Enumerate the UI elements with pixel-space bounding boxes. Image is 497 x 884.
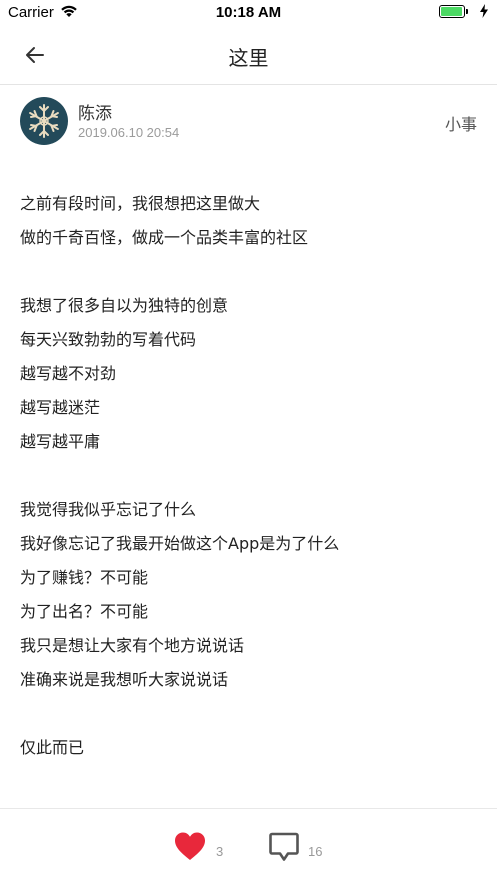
page-title: 这里 bbox=[228, 46, 269, 70]
clock: 10:18 AM bbox=[215, 4, 282, 21]
action-bar: 3 16 bbox=[0, 808, 497, 884]
charging-icon bbox=[480, 4, 488, 18]
content-line: 我好像忘记了我最开始做这个App是为了什么 bbox=[20, 534, 340, 553]
battery-icon bbox=[439, 5, 468, 18]
like-count: 3 bbox=[216, 844, 224, 859]
content-line: 为了出名？不可能 bbox=[20, 602, 149, 621]
content-line: 越写越迷茫 bbox=[20, 398, 101, 417]
content-line: 之前有段时间，我很想把这里做大 bbox=[20, 194, 261, 213]
nav-bar: 这里 bbox=[0, 26, 497, 85]
content-line: 准确来说是我想听大家说说话 bbox=[20, 670, 229, 689]
heart-icon bbox=[175, 832, 205, 860]
content-line: 做的千奇百怪，做成一个品类丰富的社区 bbox=[20, 228, 309, 247]
post-header: 陈添 2019.06.10 20:54 小事 bbox=[0, 94, 497, 152]
avatar[interactable] bbox=[20, 97, 68, 145]
content-line: 我突然想明白了很多 bbox=[20, 799, 480, 807]
comment-icon bbox=[269, 832, 299, 861]
content-line: 越写越平庸 bbox=[20, 432, 101, 451]
post-content: 之前有段时间，我很想把这里做大做的千奇百怪，做成一个品类丰富的社区 我想了很多自以… bbox=[20, 187, 480, 807]
comment-count: 16 bbox=[308, 844, 323, 859]
like-button[interactable]: 3 bbox=[174, 829, 244, 863]
content-line: 我只是想让大家有个地方说说话 bbox=[20, 636, 245, 655]
post-timestamp: 2019.06.10 20:54 bbox=[78, 125, 180, 140]
comment-button[interactable]: 16 bbox=[268, 829, 338, 863]
content-line: 为了赚钱？不可能 bbox=[20, 568, 149, 587]
author-name[interactable]: 陈添 bbox=[78, 99, 112, 124]
snowflake-icon bbox=[29, 104, 59, 138]
category-tag[interactable]: 小事 bbox=[445, 111, 477, 135]
status-bar: Carrier 10:18 AM bbox=[0, 0, 497, 26]
content-line: 每天兴致勃勃的写着代码 bbox=[20, 330, 197, 349]
content-line: 仅此而已 bbox=[20, 738, 85, 757]
content-line: 我想了很多自以为独特的创意 bbox=[20, 296, 229, 315]
content-line: 越写越不对劲 bbox=[20, 364, 117, 383]
content-line: 我觉得我似乎忘记了什么 bbox=[20, 500, 197, 519]
